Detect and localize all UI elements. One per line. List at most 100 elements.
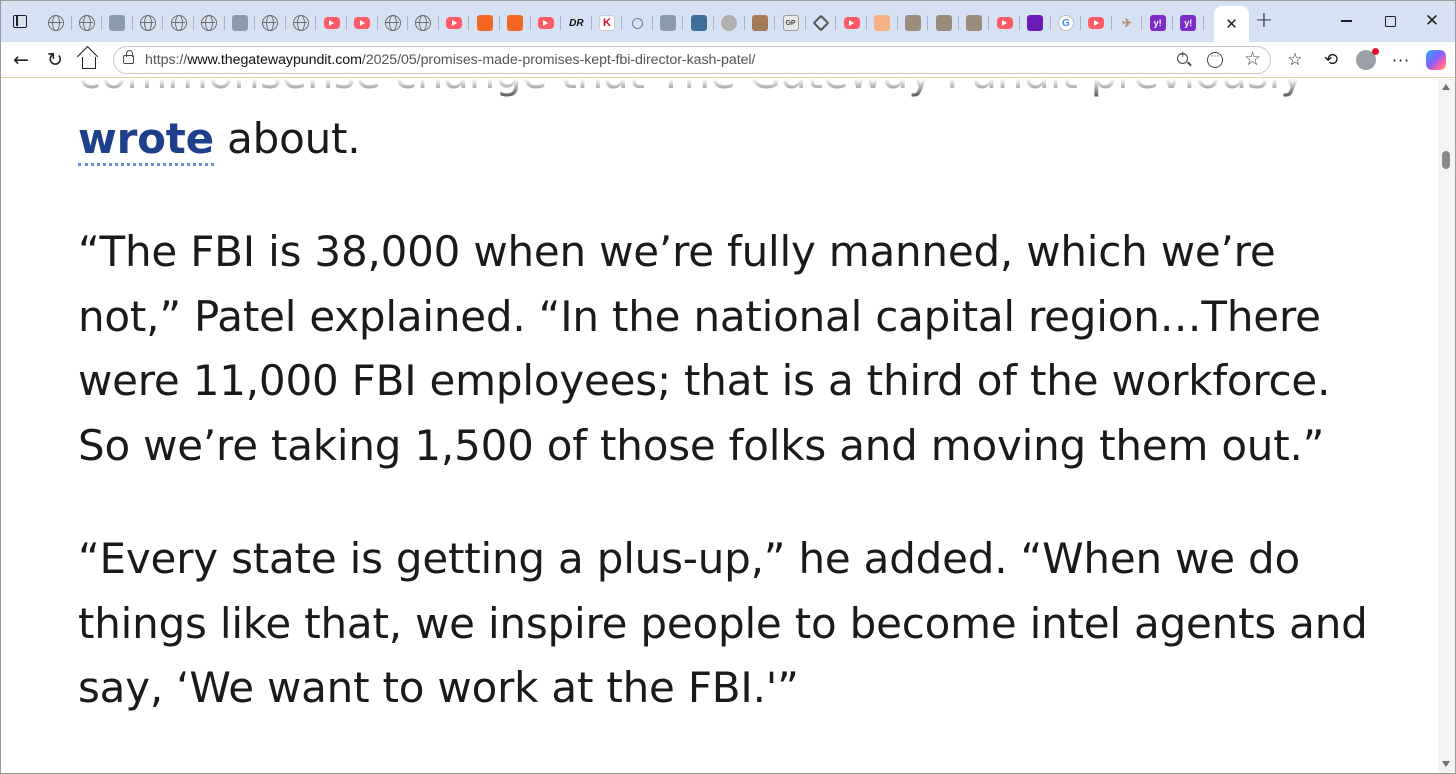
tab-27[interactable]	[867, 9, 898, 37]
reload-button[interactable]: ↻	[41, 46, 69, 74]
vertical-scrollbar[interactable]	[1438, 79, 1455, 773]
tab-15[interactable]	[500, 9, 531, 37]
tab-9[interactable]	[316, 9, 347, 37]
tab-list: DR K GP G ✈ y! y!	[41, 9, 1204, 37]
tab-3[interactable]	[133, 9, 164, 37]
tab-36[interactable]: y!	[1142, 9, 1173, 37]
youtube-icon	[1088, 17, 1105, 29]
navigation-toolbar: ← ↻ https://www.thegatewaypundit.com/202…	[1, 42, 1455, 78]
gp-logo-icon: GP	[782, 15, 799, 31]
tab-33[interactable]: G	[1051, 9, 1082, 37]
b-logo-icon	[874, 15, 891, 31]
maximize-icon	[1384, 15, 1396, 27]
close-tab-icon[interactable]: ✕	[1225, 15, 1238, 33]
youtube-icon	[843, 17, 860, 29]
tab-6[interactable]	[225, 9, 256, 37]
tab-12[interactable]	[408, 9, 439, 37]
new-tab-button[interactable]: +	[1253, 10, 1275, 32]
youtube-icon	[323, 17, 340, 29]
globe-icon	[48, 15, 65, 31]
settings-more-button[interactable]: ···	[1387, 46, 1415, 74]
profile-button[interactable]	[1352, 46, 1380, 74]
scroll-thumb[interactable]	[1442, 151, 1450, 169]
youtube-icon	[446, 17, 463, 29]
bookmark-icon	[507, 15, 524, 31]
copilot-icon	[1426, 50, 1446, 70]
tab-0[interactable]	[41, 9, 72, 37]
add-favorite-star-icon[interactable]: ☆	[1244, 48, 1261, 70]
scroll-up-arrow-icon[interactable]	[1442, 84, 1450, 90]
back-button[interactable]: ←	[7, 46, 35, 74]
tab-32[interactable]	[1020, 9, 1051, 37]
globe-icon	[262, 15, 279, 31]
active-tab[interactable]: ✕	[1214, 6, 1249, 42]
tab-16[interactable]	[531, 9, 562, 37]
zoom-icon[interactable]	[1176, 50, 1192, 68]
tab-20[interactable]	[653, 9, 684, 37]
tab-34[interactable]	[1081, 9, 1112, 37]
tab-2[interactable]	[102, 9, 133, 37]
tab-37[interactable]: y!	[1173, 9, 1204, 37]
tab-7[interactable]	[255, 9, 286, 37]
home-button[interactable]	[75, 46, 103, 74]
globe-icon	[293, 15, 310, 31]
browser-window: DR K GP G ✈ y! y! ✕ + ✕ ← ↻ https://www.thegat…	[0, 0, 1456, 774]
favorites-button[interactable]: ☆	[1281, 46, 1309, 74]
url-text[interactable]: https://www.thegatewaypundit.com/2025/05…	[145, 52, 755, 68]
globe-icon	[140, 15, 157, 31]
tab-35[interactable]: ✈	[1112, 9, 1143, 37]
globe-icon	[384, 15, 401, 31]
tab-8[interactable]	[286, 9, 317, 37]
tab-13[interactable]	[439, 9, 470, 37]
tab-14[interactable]	[469, 9, 500, 37]
tab-11[interactable]	[378, 9, 409, 37]
yahoo-icon: y!	[1180, 15, 1197, 31]
tab-21[interactable]	[683, 9, 714, 37]
paragraph-1-text: commonsense change that The Gateway Pund…	[78, 79, 1305, 98]
scroll-down-arrow-icon[interactable]	[1442, 761, 1450, 767]
tab-strip: DR K GP G ✈ y! y! ✕ + ✕	[1, 1, 1455, 42]
minimize-button[interactable]	[1323, 1, 1369, 41]
tab-actions-button[interactable]	[11, 12, 31, 32]
news-icon	[109, 15, 126, 31]
tab-25[interactable]	[806, 9, 837, 37]
tab-23[interactable]	[745, 9, 776, 37]
youtube-icon	[537, 17, 554, 29]
globe-icon	[201, 15, 218, 31]
tab-28[interactable]	[898, 9, 929, 37]
tab-1[interactable]	[72, 9, 103, 37]
globe-icon	[78, 15, 95, 31]
close-window-button[interactable]: ✕	[1409, 1, 1455, 41]
tab-4[interactable]	[163, 9, 194, 37]
tab-29[interactable]	[928, 9, 959, 37]
badge-icon	[721, 15, 738, 31]
globe-icon	[415, 15, 432, 31]
pdf-icon	[231, 15, 248, 31]
url-host: www.thegatewaypundit.com	[187, 52, 362, 68]
paragraph-1-tail: about.	[213, 113, 361, 163]
reader-view-icon[interactable]: ···	[1207, 52, 1223, 68]
article-link-wrote[interactable]: wrote	[78, 113, 214, 166]
bird-icon: ✈	[1122, 16, 1133, 30]
address-bar[interactable]: https://www.thegatewaypundit.com/2025/05…	[113, 46, 1271, 74]
url-path: /2025/05/promises-made-promises-kept-fbi…	[361, 52, 756, 68]
tab-31[interactable]	[989, 9, 1020, 37]
photo-icon	[904, 15, 921, 31]
tab-18[interactable]: K	[592, 9, 623, 37]
history-button[interactable]: ⟲	[1317, 46, 1345, 74]
tab-24[interactable]: GP	[775, 9, 806, 37]
tab-26[interactable]	[836, 9, 867, 37]
page-viewport: commonsense change that The Gateway Pund…	[1, 79, 1438, 773]
tab-10[interactable]	[347, 9, 378, 37]
tab-19[interactable]	[622, 9, 653, 37]
bookmark-icon	[476, 15, 493, 31]
maximize-button[interactable]	[1367, 1, 1413, 41]
tab-17[interactable]: DR	[561, 9, 592, 37]
tab-22[interactable]	[714, 9, 745, 37]
tab-30[interactable]	[959, 9, 990, 37]
diamond-icon	[812, 14, 830, 32]
tab-5[interactable]	[194, 9, 225, 37]
paragraph-1: commonsense change that The Gateway Pund…	[78, 79, 1378, 171]
copilot-button[interactable]	[1422, 46, 1450, 74]
lock-icon[interactable]	[123, 50, 134, 64]
